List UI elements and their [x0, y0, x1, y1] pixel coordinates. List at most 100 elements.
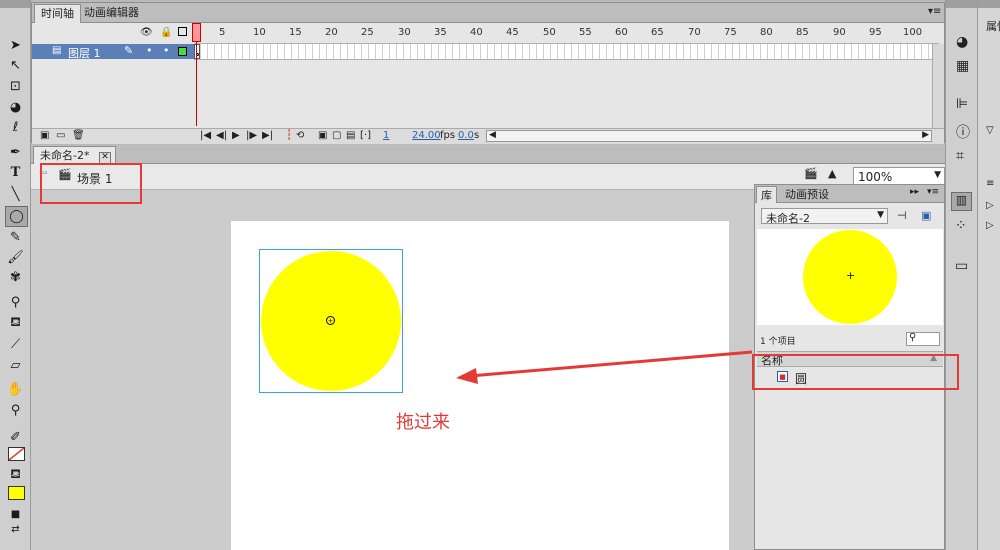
edit-scene-icon[interactable]: 🎬 — [804, 167, 818, 180]
current-frame[interactable]: 1 — [383, 130, 389, 141]
delete-layer-icon[interactable]: 🗑 — [72, 130, 85, 141]
dock-grip[interactable] — [946, 0, 977, 8]
paint-bucket-tool-icon[interactable]: ⛾ — [5, 314, 26, 333]
panel-grip[interactable] — [0, 0, 30, 8]
new-layer-icon[interactable]: ▣ — [40, 130, 49, 141]
3d-rotation-tool-icon[interactable]: ◕ — [5, 98, 26, 117]
timeline-vscroll[interactable] — [932, 44, 944, 128]
last-frame-icon[interactable]: ▶| — [262, 130, 273, 141]
center-frame-icon[interactable]: ┆ — [286, 130, 292, 141]
text-tool-icon[interactable]: T — [5, 163, 26, 182]
first-frame-icon[interactable]: |◀ — [200, 130, 211, 141]
edit-multiple-frames-icon[interactable]: ▤ — [346, 130, 355, 141]
panel-menu-icon[interactable]: ▾≡ — [928, 6, 941, 17]
frame-ruler[interactable]: 1 5 10 15 20 25 30 35 40 45 50 55 60 65 … — [194, 23, 939, 44]
fps-value[interactable]: 24.00 — [412, 130, 441, 141]
library-menu-icon[interactable]: ▾≡ — [927, 187, 939, 197]
keyframe-1[interactable] — [194, 44, 200, 59]
library-doc-select[interactable]: 未命名-2 ▼ — [761, 208, 888, 225]
time-value[interactable]: 0.0 — [458, 130, 474, 141]
expand-arrow-icon[interactable]: ▷ — [986, 200, 994, 211]
expand-icon[interactable]: ▸▸ — [910, 187, 919, 197]
stroke-color-icon[interactable]: ✐ — [5, 428, 26, 447]
registration-point-icon: + — [326, 316, 335, 325]
library-search-input[interactable]: ⚲ — [906, 332, 940, 346]
hand-tool-icon[interactable]: ✋ — [5, 380, 26, 399]
onion-skin-icon[interactable]: ▣ — [318, 130, 327, 141]
new-folder-icon[interactable]: ▭ — [56, 130, 65, 141]
eraser-tool-icon[interactable]: ▱ — [5, 356, 26, 375]
outline-icon[interactable] — [178, 27, 187, 36]
deco-tool-icon[interactable]: ✾ — [5, 268, 26, 287]
free-transform-tool-icon[interactable]: ⊡ — [5, 77, 26, 96]
play-icon[interactable]: ▶ — [232, 130, 240, 141]
timeline-hscroll[interactable]: ◀ ▶ — [486, 130, 932, 142]
align-icon[interactable]: ⊫ — [956, 96, 968, 112]
eyedropper-tool-icon[interactable]: ⟋ — [5, 335, 26, 354]
lock-icon[interactable]: 🔒 — [160, 27, 172, 38]
info-icon[interactable]: ⓘ — [956, 122, 970, 142]
visible-dot[interactable]: • — [146, 44, 153, 57]
circle-selection-box[interactable]: + — [259, 249, 403, 393]
library-dock-icon[interactable]: ▥ — [951, 192, 972, 211]
chevron-down-icon[interactable]: ▽ — [986, 125, 994, 136]
layer-icon: ▤ — [52, 45, 62, 56]
modify-markers-icon[interactable]: [·] — [360, 130, 371, 141]
transform-icon[interactable]: ⌗ — [956, 148, 964, 164]
scene-highlight-box — [40, 163, 142, 204]
properties-panel-title[interactable]: 属性 — [986, 18, 1000, 34]
ruler-number: 100 — [903, 27, 923, 38]
subselection-tool-icon[interactable]: ↖ — [5, 56, 26, 75]
zoom-tool-icon[interactable]: ⚲ — [5, 401, 26, 420]
library-tabbar: 库 动画预设 ▸▸ ▾≡ — [755, 185, 944, 203]
pen-tool-icon[interactable]: ✒ — [5, 143, 26, 162]
line-tool-icon[interactable]: ╲ — [5, 185, 26, 204]
tab-motion-presets[interactable]: 动画预设 — [781, 186, 833, 203]
color-panel-icon[interactable]: ◕ — [956, 34, 968, 50]
expand-arrow-icon[interactable]: ▷ — [986, 220, 994, 231]
playhead-handle[interactable] — [192, 23, 201, 42]
tab-motion-editor[interactable]: 动画编辑器 — [78, 4, 145, 22]
search-icon: ⚲ — [909, 332, 917, 343]
scroll-left-icon[interactable]: ◀ — [489, 130, 496, 140]
fill-color-icon[interactable]: ⛾ — [5, 466, 26, 485]
document-tabbar: 未命名-2* ✕ — [31, 145, 945, 164]
show-hide-icon[interactable]: 👁 — [140, 27, 153, 38]
oval-tool-icon[interactable]: ◯ — [5, 206, 28, 227]
step-forward-icon[interactable]: |▶ — [246, 130, 257, 141]
new-library-icon[interactable]: ▣ — [921, 209, 931, 222]
lock-dot[interactable]: • — [163, 44, 170, 57]
onion-outline-icon[interactable]: ▢ — [332, 130, 341, 141]
dock-grip[interactable] — [978, 0, 1000, 8]
zoom-select[interactable]: 100% ▼ — [853, 167, 945, 185]
chevron-down-icon: ▼ — [934, 170, 941, 180]
edit-symbols-icon[interactable]: ▲ — [828, 167, 836, 180]
tools-panel: ➤ ↖ ⊡ ◕ ℓ ✒ T ╲ ◯ ✎ 🖌 ✾ ⚲ ⛾ ⟋ ▱ ✋ ⚲ ✐ ⛾ … — [0, 0, 31, 550]
bone-tool-icon[interactable]: ⚲ — [5, 293, 26, 312]
pencil-tool-icon[interactable]: ✎ — [5, 228, 26, 247]
time-unit: s — [474, 130, 480, 141]
frames-row[interactable] — [194, 44, 939, 60]
outline-color-box[interactable] — [178, 47, 187, 56]
document-tab[interactable]: 未命名-2* ✕ — [33, 146, 116, 164]
tab-library[interactable]: 库 — [756, 186, 777, 203]
fill-color-swatch[interactable] — [8, 486, 25, 500]
brush-tool-icon[interactable]: 🖌 — [5, 248, 26, 267]
layer-row[interactable]: ▤ 图层 1 ✎ • • — [32, 44, 194, 61]
layer-name[interactable]: 图层 1 — [68, 45, 101, 61]
selection-tool-icon[interactable]: ➤ — [5, 36, 26, 55]
tab-timeline[interactable]: 时间轴 — [34, 4, 81, 23]
ruler-number: 20 — [325, 27, 338, 38]
stroke-color-swatch[interactable] — [8, 447, 25, 461]
lasso-tool-icon[interactable]: ℓ — [5, 118, 26, 137]
scroll-right-icon[interactable]: ▶ — [922, 130, 929, 140]
components-icon[interactable]: ▭ — [955, 258, 968, 274]
collapse-icon[interactable]: ≡ — [986, 178, 994, 189]
swap-colors-icon[interactable]: ⇄ — [5, 520, 26, 539]
pin-icon[interactable]: ⊣ — [897, 209, 907, 222]
loop-icon[interactable]: ⟲ — [296, 130, 304, 141]
swatches-icon[interactable]: ▦ — [956, 58, 969, 74]
motion-presets-icon[interactable]: ⁘ — [955, 218, 967, 234]
timeline-tabbar: 时间轴 动画编辑器 ▾≡ — [32, 3, 944, 23]
step-back-icon[interactable]: ◀| — [216, 130, 227, 141]
